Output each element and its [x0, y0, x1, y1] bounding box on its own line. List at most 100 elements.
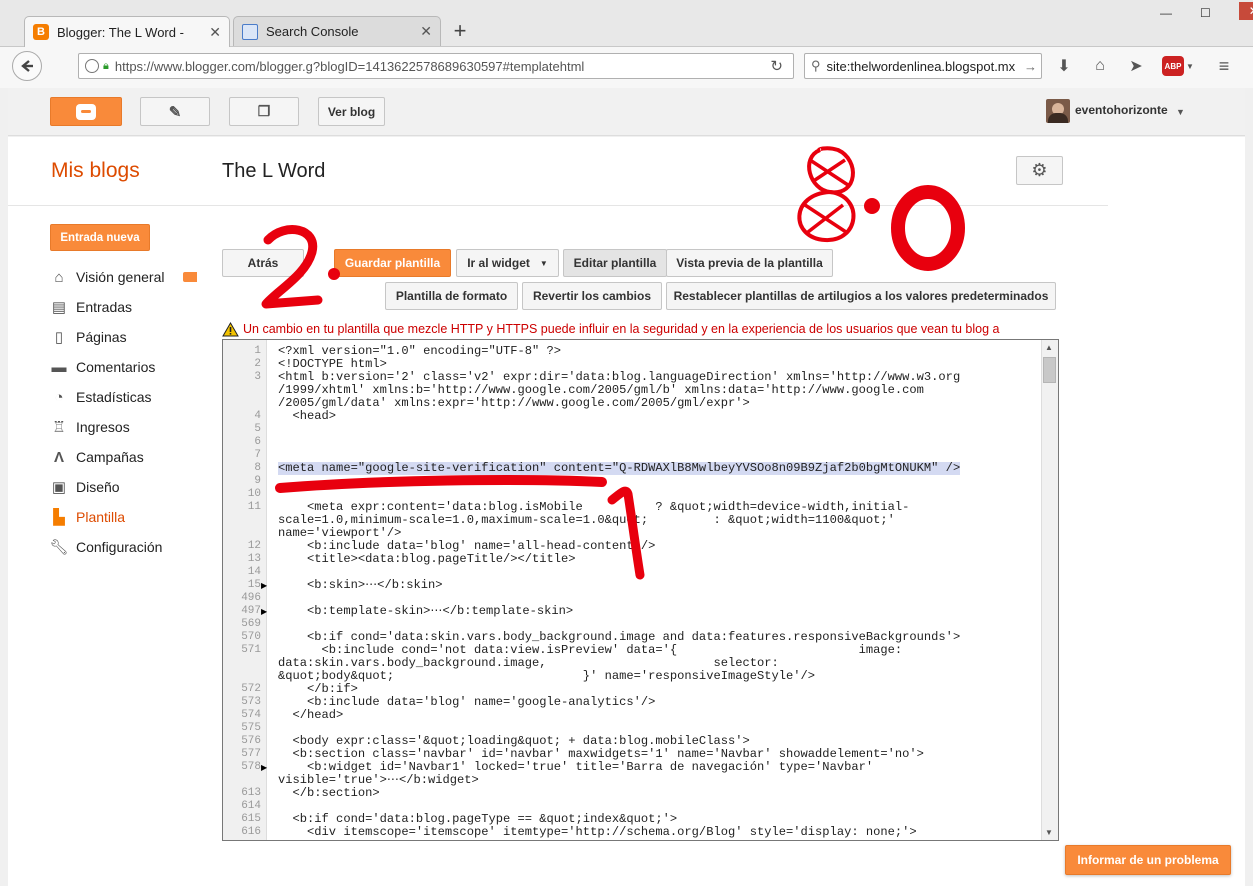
scrollbar[interactable]: ▲ ▼ [1041, 340, 1058, 840]
pages-icon: ▯ [54, 329, 64, 346]
code-line[interactable]: /2005/gml/data' xmlns:expr='http://www.g… [278, 397, 750, 410]
home-icon[interactable]: ⌂ [1090, 56, 1110, 76]
minimize-button[interactable]: — [1160, 6, 1172, 20]
line-number: 6 [254, 436, 261, 448]
settings-gear-icon[interactable]: ⚙ [1016, 156, 1063, 185]
scroll-up-icon[interactable]: ▲ [1045, 343, 1053, 352]
sidebar-item-label: Ingresos [76, 419, 130, 435]
new-tab-button[interactable]: + [450, 18, 470, 43]
format-template-button[interactable]: Plantilla de formato [385, 282, 518, 310]
fold-arrow-icon[interactable]: ▶ [261, 605, 267, 618]
line-number: 14 [247, 566, 261, 578]
sidebar-item-label: Visión general [76, 269, 165, 285]
adblock-icon[interactable]: ABP [1162, 56, 1184, 76]
preview-template-button[interactable]: Vista previa de la plantilla [666, 249, 833, 277]
back-icon[interactable] [12, 51, 42, 81]
tab-blogger[interactable]: B Blogger: The L Word - ✕ [24, 16, 230, 47]
close-tab-icon[interactable]: ✕ [420, 23, 432, 40]
save-template-button[interactable]: Guardar plantilla [334, 249, 451, 277]
sidebar-item-label: Entradas [76, 299, 133, 315]
close-tab-icon[interactable]: ✕ [209, 24, 221, 41]
code-line[interactable]: <b:skin>⋯</b:skin> [278, 579, 442, 592]
chevron-down-icon[interactable]: ▼ [1176, 107, 1185, 117]
mixed-content-warning: Un cambio en tu plantilla que mezcle HTT… [222, 320, 1062, 338]
close-window-button[interactable]: ✕ [1238, 2, 1253, 20]
blogger-logo-button[interactable] [50, 97, 122, 126]
sidebar-item-label: Plantilla [76, 509, 126, 525]
line-number: 13 [247, 553, 261, 565]
reset-widgets-button[interactable]: Restablecer plantillas de artilugios a l… [666, 282, 1056, 310]
line-number: 571 [241, 644, 261, 656]
fold-arrow-icon[interactable]: ▶ [261, 761, 267, 774]
revert-changes-button[interactable]: Revertir los cambios [522, 282, 662, 310]
menu-icon[interactable]: ≡ [1214, 56, 1234, 76]
line-number: 572 [241, 683, 261, 695]
search-bar[interactable]: ⚲ site:thelwordenlinea.blogspot.mx → [804, 53, 1042, 79]
code-line[interactable]: <head> [278, 410, 337, 423]
line-number: 574 [241, 709, 261, 721]
warning-text: Un cambio en tu plantilla que mezcle HTT… [243, 322, 1000, 336]
window-controls: — ☐ ✕ [1160, 2, 1253, 20]
highlighted-code-line[interactable]: <meta name="google-site-verification" co… [278, 462, 961, 475]
url-bar[interactable]: 🔒︎ https://www.blogger.com/blogger.g?blo… [78, 53, 794, 79]
sidebar-item-label: Diseño [76, 479, 120, 495]
my-blogs-link[interactable]: Mis blogs [51, 159, 140, 183]
posts-icon: ▤ [51, 299, 67, 316]
username[interactable]: eventohorizonte [1075, 103, 1168, 117]
sidebar-item-comments[interactable]: ▬ Comentarios [50, 356, 156, 378]
view-blog-button[interactable]: Ver blog [318, 97, 385, 126]
template-code-editor[interactable]: 1 <?xml version="1.0" encoding="UTF-8" ?>… [222, 339, 1059, 841]
sidebar-item-overview[interactable]: ⌂ Visión general [50, 266, 164, 288]
line-number: 497 [241, 605, 261, 617]
sidebar-item-settings[interactable]: 🔧︎ Configuración [49, 536, 162, 558]
scrollbar-thumb[interactable] [1043, 357, 1056, 383]
globe-icon [85, 59, 99, 73]
code-line[interactable]: </b:section> [278, 787, 380, 800]
avatar[interactable] [1046, 99, 1070, 123]
chevron-down-icon[interactable]: ▼ [1186, 62, 1194, 71]
line-number: 10 [247, 488, 261, 500]
layout-icon: ▣ [51, 479, 67, 496]
line-number: 5 [254, 423, 261, 435]
goto-widget-dropdown[interactable]: Ir al widget ▼ [456, 249, 559, 277]
report-problem-button[interactable]: Informar de un problema [1065, 845, 1231, 875]
posts-list-button[interactable]: ❐ [229, 97, 299, 126]
fold-arrow-icon[interactable]: ▶ [261, 579, 267, 592]
sidebar-item-posts[interactable]: ▤ Entradas [50, 296, 132, 318]
sidebar-item-pages[interactable]: ▯ Páginas [50, 326, 127, 348]
tab-search-console[interactable]: Search Console ✕ [233, 16, 441, 46]
new-post-button[interactable]: Entrada nueva [50, 224, 150, 251]
code-line[interactable]: <b:template-skin>⋯</b:template-skin> [278, 605, 573, 618]
blog-title: The L Word [222, 160, 326, 182]
go-arrow-icon[interactable]: → [1024, 59, 1037, 74]
edit-template-button[interactable]: Editar plantilla [563, 249, 667, 277]
campaigns-icon: Λ [53, 448, 64, 466]
code-line[interactable]: </head> [278, 709, 344, 722]
search-console-icon [242, 23, 258, 40]
send-icon[interactable]: ➤ [1126, 56, 1146, 76]
back-button[interactable]: Atrás [222, 249, 304, 277]
line-number: 3 [254, 371, 261, 383]
line-number: 577 [241, 748, 261, 760]
sidebar-item-template[interactable]: ▙ Plantilla [50, 506, 125, 528]
sidebar-item-layout[interactable]: ▣ Diseño [50, 476, 120, 498]
tab-title: Blogger: The L Word - [57, 24, 184, 40]
line-number: 573 [241, 696, 261, 708]
line-number: 2 [254, 358, 261, 370]
maximize-button[interactable]: ☐ [1200, 6, 1211, 20]
sidebar-item-label: Comentarios [76, 359, 156, 375]
trophy-icon: ♖ [52, 419, 66, 436]
code-line[interactable]: <title><data:blog.pageTitle/></title> [278, 553, 576, 566]
new-post-button[interactable]: ✎ [140, 97, 210, 126]
code-line[interactable]: <div itemscope='itemscope' itemtype='htt… [278, 826, 917, 839]
line-number: 4 [254, 410, 261, 422]
download-icon[interactable]: ⬇ [1054, 56, 1074, 76]
reload-icon[interactable]: ↻ [770, 57, 783, 75]
scroll-down-icon[interactable]: ▼ [1045, 828, 1053, 837]
line-number: 569 [241, 618, 261, 630]
search-input: site:thelwordenlinea.blogspot.mx [826, 58, 1016, 74]
sidebar-item-stats[interactable]: ◔ Estadísticas [50, 386, 151, 408]
sidebar-item-earnings[interactable]: ♖ Ingresos [50, 416, 130, 438]
code-line[interactable]: &quot;body&quot; }' name='responsiveImag… [278, 670, 815, 683]
sidebar-item-campaigns[interactable]: Λ Campañas [50, 446, 144, 468]
